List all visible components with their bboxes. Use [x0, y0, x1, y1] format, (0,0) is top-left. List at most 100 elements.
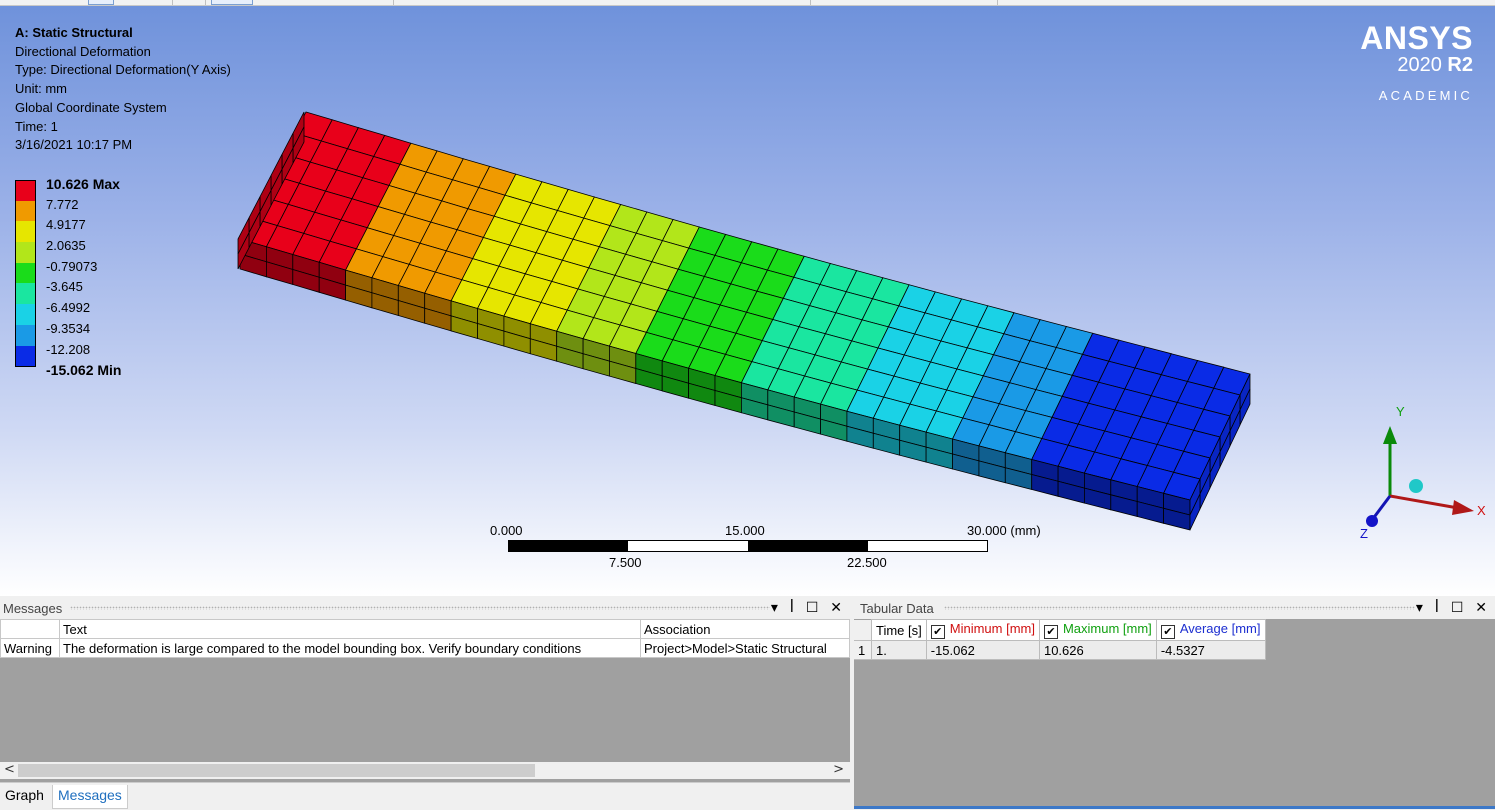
- toolbar-separator: [205, 0, 206, 5]
- minimum-column-label: Minimum [mm]: [949, 621, 1035, 636]
- brand-release: R2: [1447, 54, 1473, 76]
- triad-x-axis: [1389, 494, 1459, 510]
- triad-z-label: Z: [1360, 526, 1368, 541]
- scale-bar-segment: [748, 541, 868, 551]
- legend-swatch: [15, 242, 36, 263]
- toolbar-button[interactable]: [88, 0, 114, 5]
- legend-label: -0.79073: [46, 258, 98, 274]
- column-header-association[interactable]: Association: [640, 619, 850, 639]
- column-header[interactable]: [0, 619, 60, 639]
- legend-swatch: [15, 324, 36, 346]
- coordinate-triad[interactable]: Y X Z: [1350, 396, 1490, 546]
- panel-grip[interactable]: [70, 606, 770, 610]
- tabular-title: Tabular Data: [860, 601, 937, 616]
- legend-label: 2.0635: [46, 238, 86, 254]
- toolbar-button[interactable]: [211, 0, 253, 5]
- column-header-maximum[interactable]: ✔ Maximum [mm]: [1038, 619, 1157, 641]
- legend-max-label: 10.626 Max: [46, 176, 120, 192]
- triad-y-label: Y: [1396, 404, 1405, 419]
- toolbar-separator: [393, 0, 394, 5]
- triad-isometric-ball[interactable]: [1409, 479, 1423, 493]
- brand-edition: ACADEMIC: [1378, 88, 1473, 103]
- result-info-line: Time: 1: [15, 118, 58, 134]
- horizontal-scrollbar[interactable]: < >: [0, 762, 850, 779]
- panel-controls[interactable]: ▾ ꟾ ☐ ✕: [1416, 599, 1491, 616]
- legend-swatch: [15, 221, 36, 243]
- scale-label: 30.000 (mm): [967, 523, 1041, 538]
- row-index-header: [854, 619, 872, 641]
- tabular-data-table: Time [s] ✔ Minimum [mm] ✔ Maximum [mm] ✔ Av…: [854, 619, 1266, 660]
- graphics-viewport[interactable]: A: Static Structural Directional Deforma…: [0, 6, 1495, 596]
- toolbar-separator: [810, 0, 811, 5]
- tabular-data-panel: Tabular Data ▾ ꟾ ☐ ✕ Time [s] ✔ Minimum […: [854, 597, 1495, 809]
- scale-label: 22.500: [847, 555, 887, 570]
- panel-controls[interactable]: ▾ ꟾ ☐ ✕: [771, 599, 846, 616]
- ansys-logo: ANSYS 2020 R2 ACADEMIC: [1360, 22, 1473, 103]
- cell-maximum[interactable]: 10.626: [1038, 640, 1157, 660]
- legend-label: 4.9177: [46, 217, 86, 233]
- tabular-header: Tabular Data ▾ ꟾ ☐ ✕: [854, 597, 1495, 619]
- legend-swatch: [15, 283, 36, 305]
- result-info-line: Directional Deformation: [15, 43, 151, 59]
- scroll-left-icon[interactable]: <: [4, 762, 15, 777]
- messages-table: Text Association Warning The deformation…: [0, 619, 850, 658]
- legend-label: -12.208: [46, 341, 91, 357]
- tab-messages[interactable]: Messages: [52, 785, 128, 809]
- column-header-text[interactable]: Text: [59, 619, 641, 639]
- table-row[interactable]: 1 1. -15.062 10.626 -4.5327: [854, 640, 1266, 660]
- triad-x-label: X: [1477, 503, 1486, 518]
- legend-label: -3.645: [46, 279, 83, 295]
- messages-header: Messages ▾ ꟾ ☐ ✕: [0, 597, 850, 619]
- scale-label: 0.000: [490, 523, 523, 538]
- legend-label: -6.4992: [46, 300, 91, 316]
- result-info: A: Static Structural Directional Deforma…: [15, 24, 231, 155]
- checkbox-minimum[interactable]: ✔: [930, 625, 945, 639]
- brand-name: ANSYS: [1360, 20, 1473, 56]
- cell-average[interactable]: -4.5327: [1155, 640, 1266, 660]
- legend-swatch: [15, 304, 36, 325]
- checkbox-maximum[interactable]: ✔: [1043, 625, 1058, 639]
- time-column-label: Time [s]: [876, 622, 922, 638]
- scale-label: 15.000: [725, 523, 765, 538]
- scroll-right-icon[interactable]: >: [833, 762, 844, 777]
- messages-title: Messages: [3, 601, 66, 616]
- tab-graph[interactable]: Graph: [0, 785, 49, 808]
- column-header-time[interactable]: Time [s]: [871, 619, 927, 641]
- triad-x-arrow: [1452, 500, 1474, 515]
- result-title: A: Static Structural: [15, 25, 133, 40]
- message-association: Project>Model>Static Structural: [640, 638, 850, 658]
- legend-swatch: [15, 200, 36, 222]
- legend-min-label: -15.062 Min: [46, 362, 122, 379]
- column-header-minimum[interactable]: ✔ Minimum [mm]: [925, 619, 1040, 641]
- scale-bar-frame: [508, 540, 988, 552]
- legend-swatch: [15, 345, 36, 368]
- result-info-line: 3/16/2021 10:17 PM: [15, 137, 133, 153]
- result-info-line: Type: Directional Deformation(Y Axis): [15, 62, 231, 78]
- cell-time[interactable]: 1.: [871, 640, 927, 660]
- result-info-line: Global Coordinate System: [15, 99, 167, 115]
- triad-y-arrow: [1383, 426, 1397, 444]
- messages-panel: Messages ▾ ꟾ ☐ ✕ Text Association Warnin…: [0, 597, 850, 810]
- brand-version: 2020: [1397, 54, 1442, 76]
- scale-label: 7.500: [609, 555, 642, 570]
- message-text: The deformation is large compared to the…: [59, 638, 641, 658]
- maximum-column-label: Maximum [mm]: [1062, 621, 1152, 636]
- result-info-line: Unit: mm: [15, 81, 67, 97]
- average-column-label: Average [mm]: [1179, 621, 1261, 636]
- row-index: 1: [854, 640, 872, 660]
- column-header-average[interactable]: ✔ Average [mm]: [1155, 619, 1266, 641]
- scroll-thumb[interactable]: [18, 764, 535, 777]
- legend-swatch: [15, 180, 36, 202]
- checkbox-average[interactable]: ✔: [1160, 625, 1175, 639]
- toolbar-separator: [172, 0, 173, 5]
- legend-swatch: [15, 262, 36, 284]
- legend-label: -9.3534: [46, 320, 91, 336]
- cell-minimum[interactable]: -15.062: [925, 640, 1040, 660]
- legend-label: 7.772: [46, 196, 79, 212]
- table-row[interactable]: Warning The deformation is large compare…: [0, 638, 850, 658]
- toolbar-separator: [997, 0, 998, 5]
- message-type: Warning: [0, 638, 60, 658]
- panel-grip[interactable]: [944, 606, 1415, 610]
- scale-bar-segment: [509, 541, 628, 551]
- bottom-tabs: Graph Messages: [0, 782, 850, 810]
